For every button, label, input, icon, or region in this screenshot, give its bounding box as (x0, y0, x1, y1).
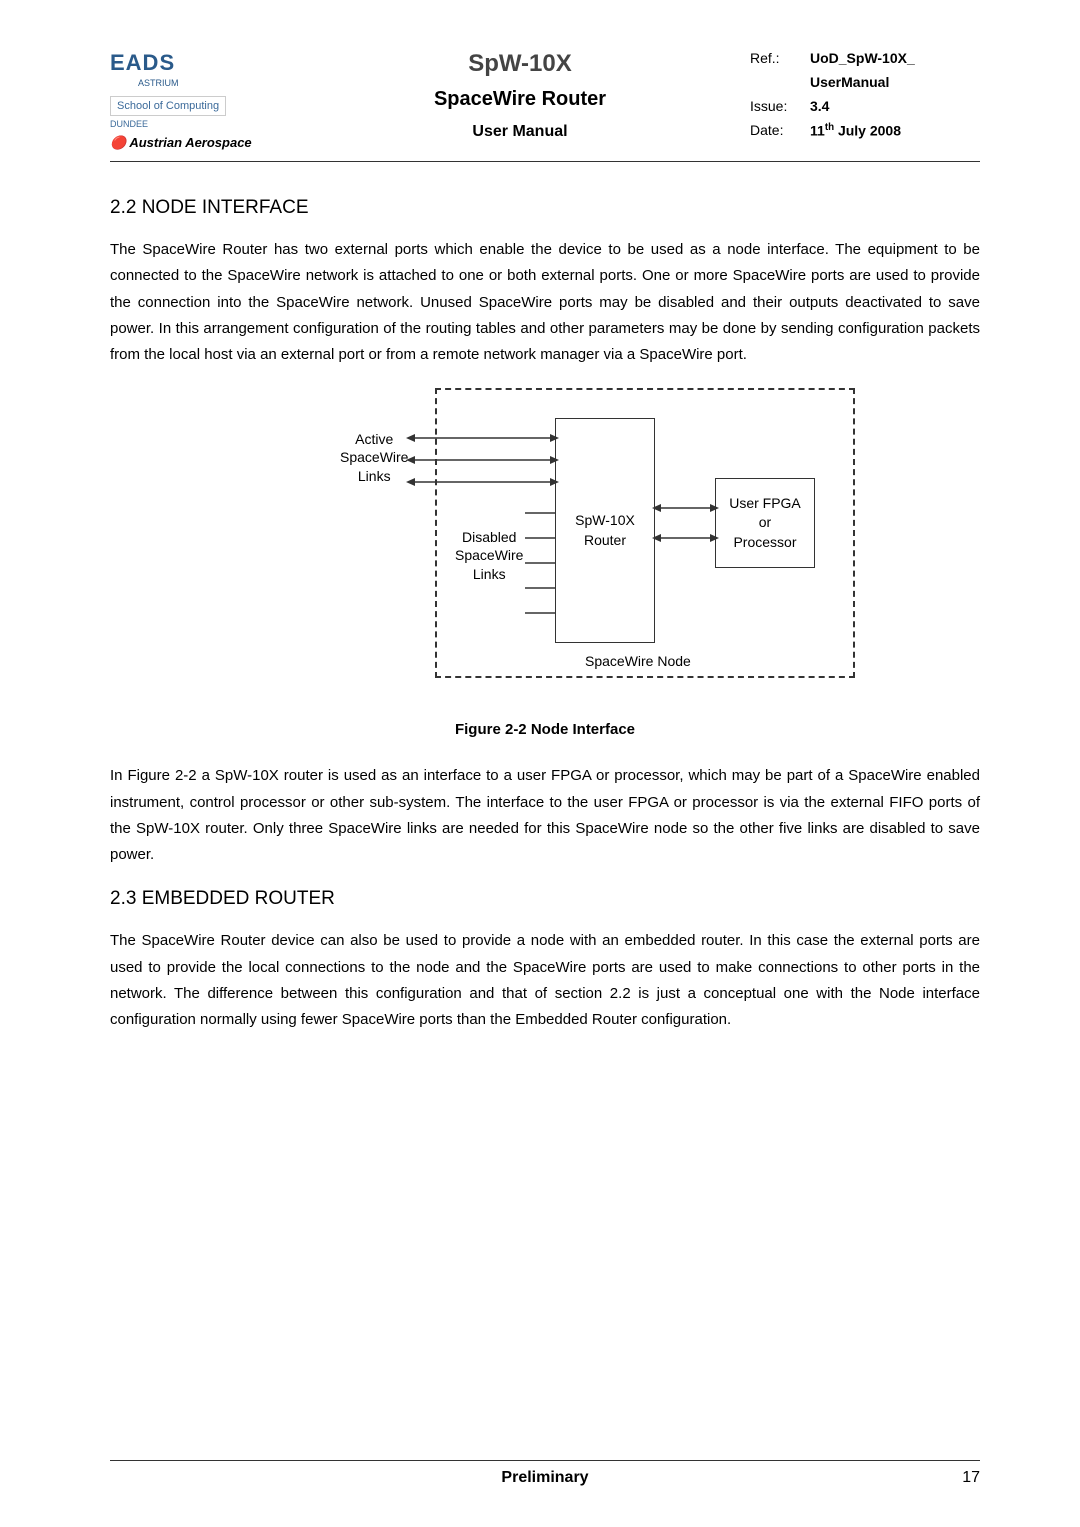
page-number: 17 (962, 1469, 980, 1487)
node-interface-diagram: SpW-10X Router User FPGA or Processor Ac… (235, 388, 855, 698)
header-meta-block: Ref.: UoD_SpW-10X_ UserManual Issue: 3.4… (750, 50, 980, 151)
astrium-logo-text: ASTRIUM (138, 78, 290, 88)
section-2-3-para: The SpaceWire Router device can also be … (110, 928, 980, 1033)
ref-value: UoD_SpW-10X_ (810, 50, 915, 66)
dundee-logo-text: DUNDEE (110, 119, 290, 129)
footer-status: Preliminary (501, 1469, 588, 1487)
document-header: EADS ASTRIUM School of Computing DUNDEE … (110, 50, 980, 162)
doc-title-sub: SpaceWire Router (290, 88, 750, 111)
node-label: SpaceWire Node (585, 653, 691, 669)
section-2-2-para: The SpaceWire Router has two external po… (110, 237, 980, 368)
figure-container: SpW-10X Router User FPGA or Processor Ac… (110, 388, 980, 738)
logo-block: EADS ASTRIUM School of Computing DUNDEE … (110, 50, 290, 151)
school-logo-text: School of Computing (110, 96, 226, 116)
austrian-logo-text: 🔴 Austrian Aerospace (110, 135, 290, 151)
issue-value: 3.4 (810, 98, 829, 114)
disabled-links-label: Disabled SpaceWire Links (455, 528, 523, 583)
ref-value2: UserManual (810, 74, 889, 90)
page-footer: Preliminary 17 (110, 1460, 980, 1487)
figure-description-para: In Figure 2-2 a SpW-10X router is used a… (110, 763, 980, 868)
issue-label: Issue: (750, 98, 810, 114)
section-2-3-heading: 2.3 EMBEDDED ROUTER (110, 888, 980, 910)
eads-logo-text: EADS (110, 50, 290, 76)
ref-label: Ref.: (750, 50, 810, 66)
section-2-2-heading: 2.2 NODE INTERFACE (110, 197, 980, 219)
date-label: Date: (750, 122, 810, 139)
active-links-label: Active SpaceWire Links (340, 430, 408, 485)
router-box: SpW-10X Router (555, 418, 655, 643)
date-value: 11th July 2008 (810, 122, 901, 139)
header-title-block: SpW-10X SpaceWire Router User Manual (290, 50, 750, 151)
fpga-box: User FPGA or Processor (715, 478, 815, 568)
doc-title-third: User Manual (290, 123, 750, 141)
figure-caption: Figure 2-2 Node Interface (110, 721, 980, 738)
doc-title-main: SpW-10X (290, 50, 750, 78)
